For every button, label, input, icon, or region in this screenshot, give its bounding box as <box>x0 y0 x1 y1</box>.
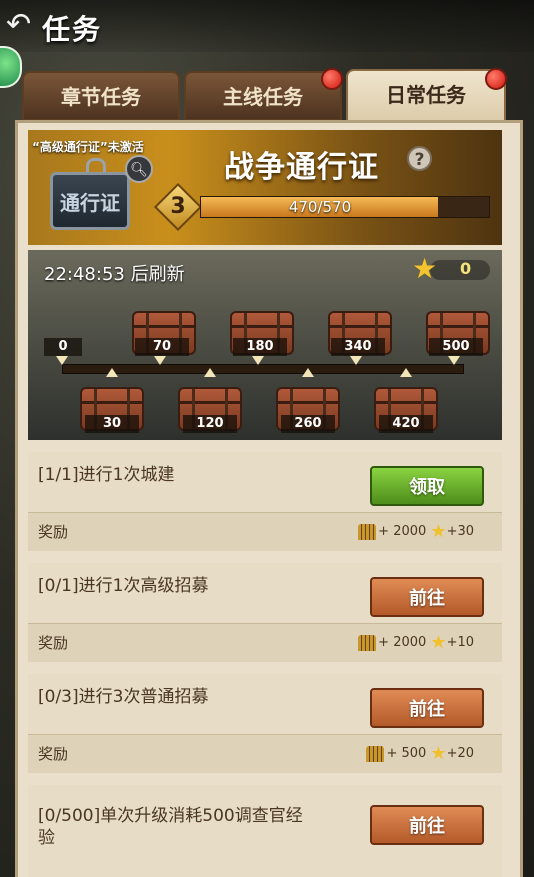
pass-title: 战争通行证 <box>224 150 379 185</box>
track-tick <box>106 368 118 377</box>
task-row: [0/1]进行1次高级招募 前往 奖励 + 2000 ★+10 <box>28 563 502 662</box>
track-tick <box>350 356 362 365</box>
tab-daily-notification-dot <box>485 68 507 90</box>
star-icon: ★ <box>412 252 438 285</box>
back-arrow-icon[interactable]: ↶ <box>6 8 40 42</box>
task-description: [1/1]进行1次城建 <box>38 465 175 485</box>
go-button[interactable]: 前往 <box>370 577 484 617</box>
go-button[interactable]: 前往 <box>370 688 484 728</box>
task-description: [0/1]进行1次高级招募 <box>38 576 209 596</box>
chest-label: 260 <box>281 415 335 433</box>
refresh-timer: 22:48:53 后刷新 <box>44 264 185 285</box>
reward-values: + 2000 ★+10 <box>358 632 474 653</box>
star-count: 0 <box>460 259 472 278</box>
chest-label: 500 <box>429 338 483 356</box>
track-tick <box>400 368 412 377</box>
task-row: [0/500]单次升级消耗500调查官经验 前往 <box>28 785 502 877</box>
reward-label: 奖励 <box>38 634 69 652</box>
claim-button[interactable]: 领取 <box>370 466 484 506</box>
chest-label: 340 <box>331 338 385 356</box>
track-tick <box>204 368 216 377</box>
star-amount: +30 <box>446 524 474 539</box>
ammo-amount: + 2000 <box>378 524 427 539</box>
star-amount: +10 <box>446 635 474 650</box>
chest-label: 30 <box>85 415 139 433</box>
ammo-icon <box>358 523 377 540</box>
track-tick <box>302 368 314 377</box>
task-description: [0/3]进行3次普通招募 <box>38 687 209 707</box>
task-description: [0/500]单次升级消耗500调查官经验 <box>38 806 303 848</box>
ammo-icon <box>358 634 377 651</box>
track-tick <box>448 356 460 365</box>
chest-label: 120 <box>183 415 237 433</box>
premium-pass-inactive-note: “高级通行证”未激活 <box>32 140 144 154</box>
track-tick <box>56 356 68 365</box>
tab-main-tasks[interactable]: 主线任务 <box>184 71 342 121</box>
ammo-icon <box>366 745 385 762</box>
star-icon: ★ <box>430 632 447 653</box>
star-icon: ★ <box>430 521 447 542</box>
track-tick <box>154 356 166 365</box>
task-row: [0/3]进行3次普通招募 前往 奖励 + 500 ★+20 <box>28 674 502 773</box>
chest-label: 70 <box>135 338 189 356</box>
ammo-amount: + 500 <box>386 746 427 761</box>
ammo-amount: + 2000 <box>378 635 427 650</box>
page-title: 任务 <box>42 13 103 46</box>
tab-main-notification-dot <box>321 68 343 90</box>
chest-label: 420 <box>379 415 433 433</box>
reward-values: + 500 ★+20 <box>366 743 474 764</box>
help-icon[interactable]: ? <box>407 146 432 171</box>
pass-level: 3 <box>170 194 186 219</box>
pass-progress-text: 470/570 <box>288 198 352 216</box>
pass-card[interactable]: 通行证 <box>50 172 130 230</box>
track-start-label: 0 <box>44 338 82 356</box>
magnifier-icon[interactable]: 🔍︎ <box>125 155 153 183</box>
chest-label: 180 <box>233 338 287 356</box>
tab-chapter-tasks[interactable]: 章节任务 <box>22 71 180 121</box>
go-button[interactable]: 前往 <box>370 805 484 845</box>
task-row: [1/1]进行1次城建 领取 奖励 + 2000 ★+30 <box>28 452 502 551</box>
reward-label: 奖励 <box>38 745 69 763</box>
star-amount: +20 <box>446 746 474 761</box>
track-tick <box>252 356 264 365</box>
reward-label: 奖励 <box>38 523 69 541</box>
reward-values: + 2000 ★+30 <box>358 521 474 542</box>
star-icon: ★ <box>430 743 447 764</box>
tab-daily-tasks[interactable]: 日常任务 <box>346 69 506 125</box>
